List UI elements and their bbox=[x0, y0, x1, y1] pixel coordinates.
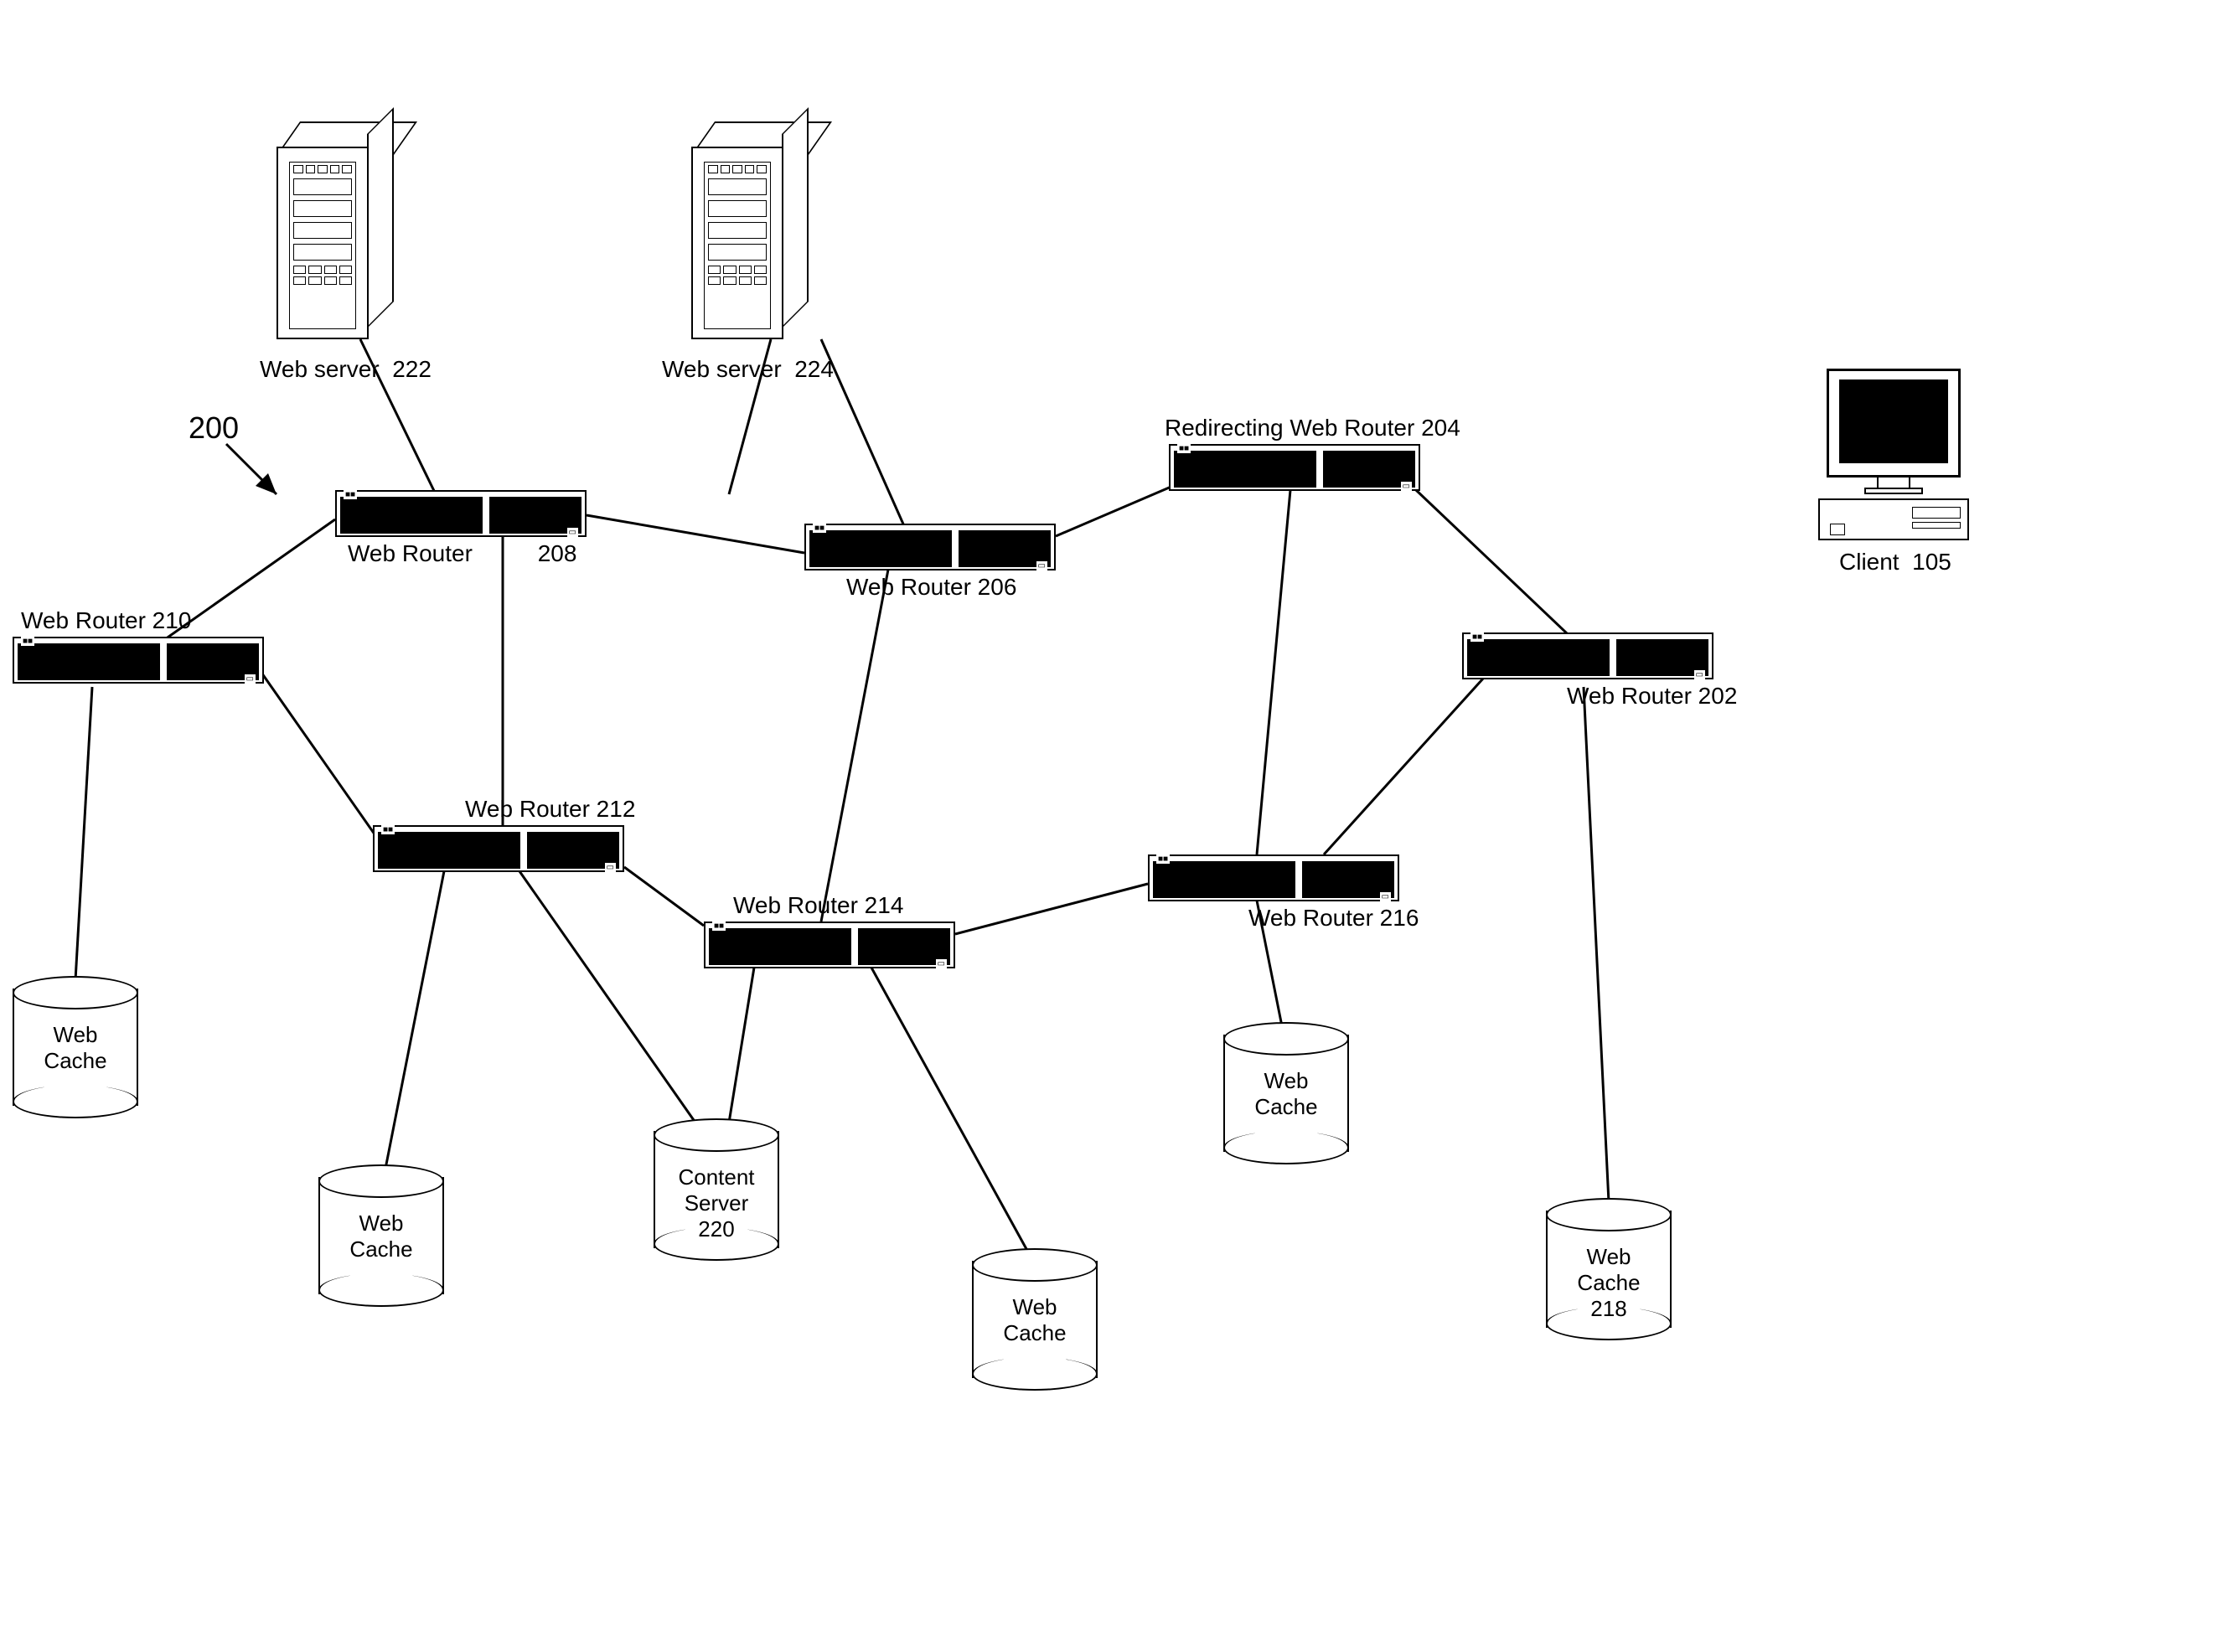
web-cache-2-label: WebCache bbox=[318, 1211, 444, 1262]
web-cache-3-label: WebCache bbox=[972, 1294, 1098, 1346]
client-computer bbox=[1818, 369, 1969, 553]
router-206: ■■▭ bbox=[804, 524, 1056, 570]
web-server-224 bbox=[691, 121, 809, 339]
content-server-220: ContentServer220 bbox=[654, 1118, 779, 1261]
router-210: ■■▭ bbox=[13, 637, 264, 684]
content-server-220-label: ContentServer220 bbox=[654, 1164, 779, 1243]
router-202-label: Web Router 202 bbox=[1567, 683, 1737, 710]
router-210-label: Web Router 210 bbox=[21, 607, 191, 634]
web-server-224-label: Web server 224 bbox=[662, 356, 834, 383]
router-212: ■■▭ bbox=[373, 825, 624, 872]
web-cache-4-label: WebCache bbox=[1223, 1068, 1349, 1120]
router-214: ■■▭ bbox=[704, 922, 955, 968]
router-202: ■■▭ bbox=[1462, 632, 1713, 679]
router-214-label: Web Router 214 bbox=[733, 892, 903, 919]
router-216-label: Web Router 216 bbox=[1248, 905, 1419, 932]
router-204-label: Redirecting Web Router 204 bbox=[1165, 415, 1460, 441]
web-cache-1-label: WebCache bbox=[13, 1022, 138, 1074]
web-cache-218-label: WebCache218 bbox=[1546, 1244, 1672, 1323]
web-server-222 bbox=[277, 121, 394, 339]
router-208-label: Web Router 208 bbox=[348, 540, 576, 567]
router-208: ■■▭ bbox=[335, 490, 587, 537]
network-diagram: 200 Web server 222 bbox=[0, 0, 2238, 1652]
web-cache-4: WebCache bbox=[1223, 1022, 1349, 1164]
client-label: Client 105 bbox=[1839, 549, 1951, 576]
router-216: ■■▭ bbox=[1148, 854, 1399, 901]
web-cache-218: WebCache218 bbox=[1546, 1198, 1672, 1340]
web-cache-1: WebCache bbox=[13, 976, 138, 1118]
router-204: ■■▭ bbox=[1169, 444, 1420, 491]
router-206-label: Web Router 206 bbox=[846, 574, 1016, 601]
figure-reference: 200 bbox=[189, 410, 239, 446]
router-212-label: Web Router 212 bbox=[465, 796, 635, 823]
web-cache-3: WebCache bbox=[972, 1248, 1098, 1391]
web-server-222-label: Web server 222 bbox=[260, 356, 432, 383]
web-cache-2: WebCache bbox=[318, 1164, 444, 1307]
